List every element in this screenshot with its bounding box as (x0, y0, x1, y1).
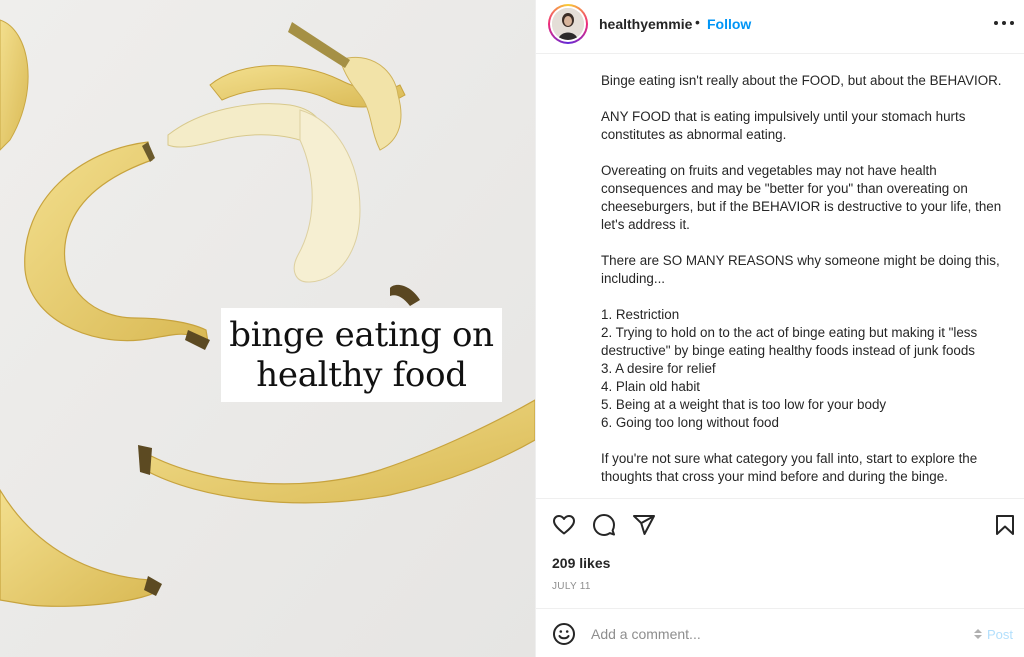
bookmark-icon[interactable] (993, 513, 1017, 542)
action-bar: 209 likes JULY 11 (536, 498, 1024, 608)
caption-paragraph: There are SO MANY REASONS why someone mi… (601, 253, 1000, 286)
list-item: 3. A desire for relief (601, 361, 716, 376)
caption-paragraph: ANY FOOD that is eating impulsively unti… (601, 109, 966, 142)
share-icon[interactable] (632, 513, 656, 542)
list-item: 1. Restriction (601, 307, 680, 322)
reasons-list: 1. Restriction 2. Trying to hold on to t… (601, 306, 1011, 432)
avatar[interactable] (548, 4, 588, 44)
overlay-caption-card: binge eating on healthy food (221, 308, 502, 402)
comment-bar: Post (536, 608, 1024, 657)
post-header: healthyemmie • Follow (536, 0, 1024, 54)
comment-input[interactable] (591, 626, 961, 642)
list-item: 6. Going too long without food (601, 415, 779, 430)
avatar-image (552, 8, 584, 40)
post-caption: Binge eating isn't really about the FOOD… (601, 72, 1011, 486)
likes-count[interactable]: 209 likes (552, 555, 610, 571)
overlay-line-1: binge eating on (229, 315, 494, 355)
overlay-line-2: healthy food (256, 355, 467, 395)
separator-dot: • (695, 14, 700, 30)
username-link[interactable]: healthyemmie (599, 16, 692, 32)
post-comment-button[interactable]: Post (987, 627, 1013, 642)
caption-paragraph: Overeating on fruits and vegetables may … (601, 163, 1002, 232)
list-item: 2. Trying to hold on to the act of binge… (601, 325, 978, 358)
resize-handle-icon (972, 627, 984, 646)
caption-closing: If you're not sure what category you fal… (601, 451, 978, 484)
list-item: 4. Plain old habit (601, 379, 701, 394)
more-horizontal-icon[interactable] (992, 13, 1016, 33)
heart-icon[interactable] (552, 513, 576, 542)
follow-button[interactable]: Follow (707, 16, 751, 32)
comment-icon[interactable] (592, 513, 616, 542)
post-date[interactable]: JULY 11 (552, 581, 591, 592)
caption-paragraph: Binge eating isn't really about the FOOD… (601, 73, 1002, 88)
list-item: 5. Being at a weight that is too low for… (601, 397, 887, 412)
post-image[interactable]: binge eating on healthy food (0, 0, 535, 657)
post-side-panel: healthyemmie • Follow Binge eating isn't… (535, 0, 1024, 657)
emoji-icon[interactable] (552, 622, 576, 651)
